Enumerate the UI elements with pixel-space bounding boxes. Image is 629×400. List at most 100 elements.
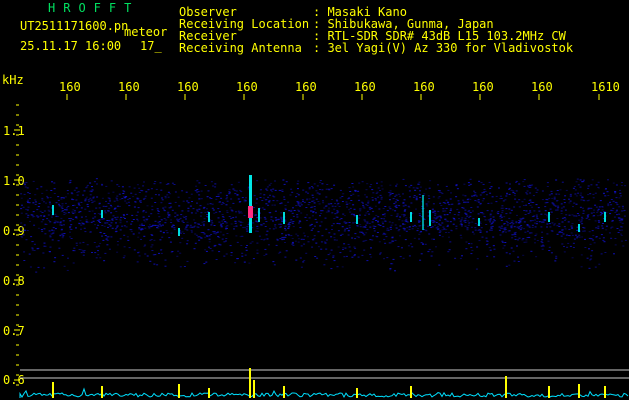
noise-pixel (460, 225, 463, 227)
noise-pixel (607, 195, 610, 196)
noise-pixel (94, 252, 97, 254)
noise-pixel (284, 229, 287, 231)
noise-pixel (554, 205, 557, 207)
noise-pixel (536, 221, 539, 223)
noise-pixel (511, 237, 514, 239)
noise-pixel (295, 259, 298, 261)
noise-pixel (205, 235, 208, 237)
noise-pixel (380, 181, 383, 183)
noise-pixel (61, 237, 64, 239)
noise-pixel (416, 187, 419, 189)
noise-pixel (283, 198, 286, 200)
noise-pixel (592, 239, 595, 241)
noise-pixel (169, 241, 172, 243)
noise-pixel (578, 236, 581, 238)
noise-pixel (517, 239, 519, 241)
noise-pixel (84, 208, 87, 210)
noise-pixel (80, 249, 83, 251)
noise-pixel (290, 219, 293, 221)
meteor-echo-burst (248, 206, 253, 218)
noise-pixel (327, 209, 330, 211)
noise-pixel (521, 201, 524, 203)
noise-pixel (69, 181, 72, 183)
noise-pixel (369, 208, 372, 210)
noise-pixel (69, 226, 71, 228)
noise-pixel (544, 206, 547, 208)
noise-pixel (522, 254, 525, 256)
noise-pixel (447, 224, 449, 226)
noise-pixel (536, 189, 539, 191)
noise-pixel (190, 212, 193, 214)
noise-pixel (259, 189, 262, 191)
noise-pixel (234, 193, 237, 195)
noise-pixel (59, 222, 62, 224)
noise-pixel (314, 212, 317, 214)
noise-pixel (187, 210, 190, 212)
noise-pixel (394, 270, 396, 272)
noise-pixel (225, 228, 227, 230)
noise-pixel (114, 231, 117, 233)
noise-pixel (513, 232, 516, 234)
noise-pixel (422, 243, 424, 245)
noise-pixel (508, 208, 511, 210)
noise-pixel (481, 192, 484, 194)
noise-pixel (43, 245, 46, 247)
noise-pixel (375, 199, 378, 201)
noise-pixel (591, 230, 594, 232)
meteor-echo (548, 212, 550, 222)
noise-pixel (108, 199, 111, 201)
noise-pixel (300, 238, 303, 240)
noise-pixel (333, 208, 336, 210)
noise-pixel (125, 202, 128, 204)
amplitude-spike (356, 388, 358, 398)
noise-pixel (448, 249, 451, 251)
noise-pixel (45, 202, 47, 204)
noise-pixel (470, 246, 473, 248)
noise-pixel (217, 195, 220, 197)
noise-pixel (525, 204, 528, 206)
noise-pixel (556, 225, 559, 227)
noise-pixel (597, 220, 600, 222)
noise-pixel (72, 219, 75, 220)
noise-pixel (312, 197, 315, 199)
noise-pixel (57, 216, 59, 217)
noise-pixel (157, 213, 160, 215)
noise-pixel (521, 239, 524, 241)
noise-pixel (104, 222, 107, 224)
noise-pixel (123, 255, 126, 257)
noise-pixel (489, 192, 492, 194)
noise-pixel (319, 180, 322, 181)
noise-pixel (565, 189, 568, 191)
noise-pixel (381, 221, 384, 223)
noise-pixel (305, 191, 308, 193)
noise-pixel (312, 211, 315, 213)
noise-pixel (98, 202, 101, 204)
noise-pixel (518, 226, 521, 228)
noise-pixel (497, 211, 500, 212)
noise-pixel (166, 232, 169, 234)
noise-pixel (618, 219, 621, 221)
noise-pixel (203, 263, 206, 265)
noise-pixel (366, 222, 369, 224)
noise-pixel (270, 189, 273, 191)
noise-pixel (578, 234, 581, 236)
noise-pixel (172, 225, 175, 226)
noise-pixel (578, 219, 581, 221)
noise-pixel (279, 238, 282, 240)
noise-pixel (618, 217, 621, 219)
noise-pixel (482, 198, 485, 200)
noise-pixel (60, 197, 63, 199)
noise-pixel (270, 219, 273, 221)
noise-pixel (199, 215, 202, 217)
noise-pixel (427, 195, 430, 197)
noise-pixel (428, 187, 431, 189)
noise-pixel (169, 202, 172, 204)
noise-pixel (433, 238, 435, 240)
noise-pixel (445, 207, 448, 209)
noise-pixel (67, 257, 69, 259)
noise-pixel (174, 216, 177, 218)
noise-pixel (189, 205, 192, 207)
noise-pixel (341, 201, 344, 202)
noise-pixel (186, 240, 189, 242)
noise-pixel (614, 212, 617, 213)
